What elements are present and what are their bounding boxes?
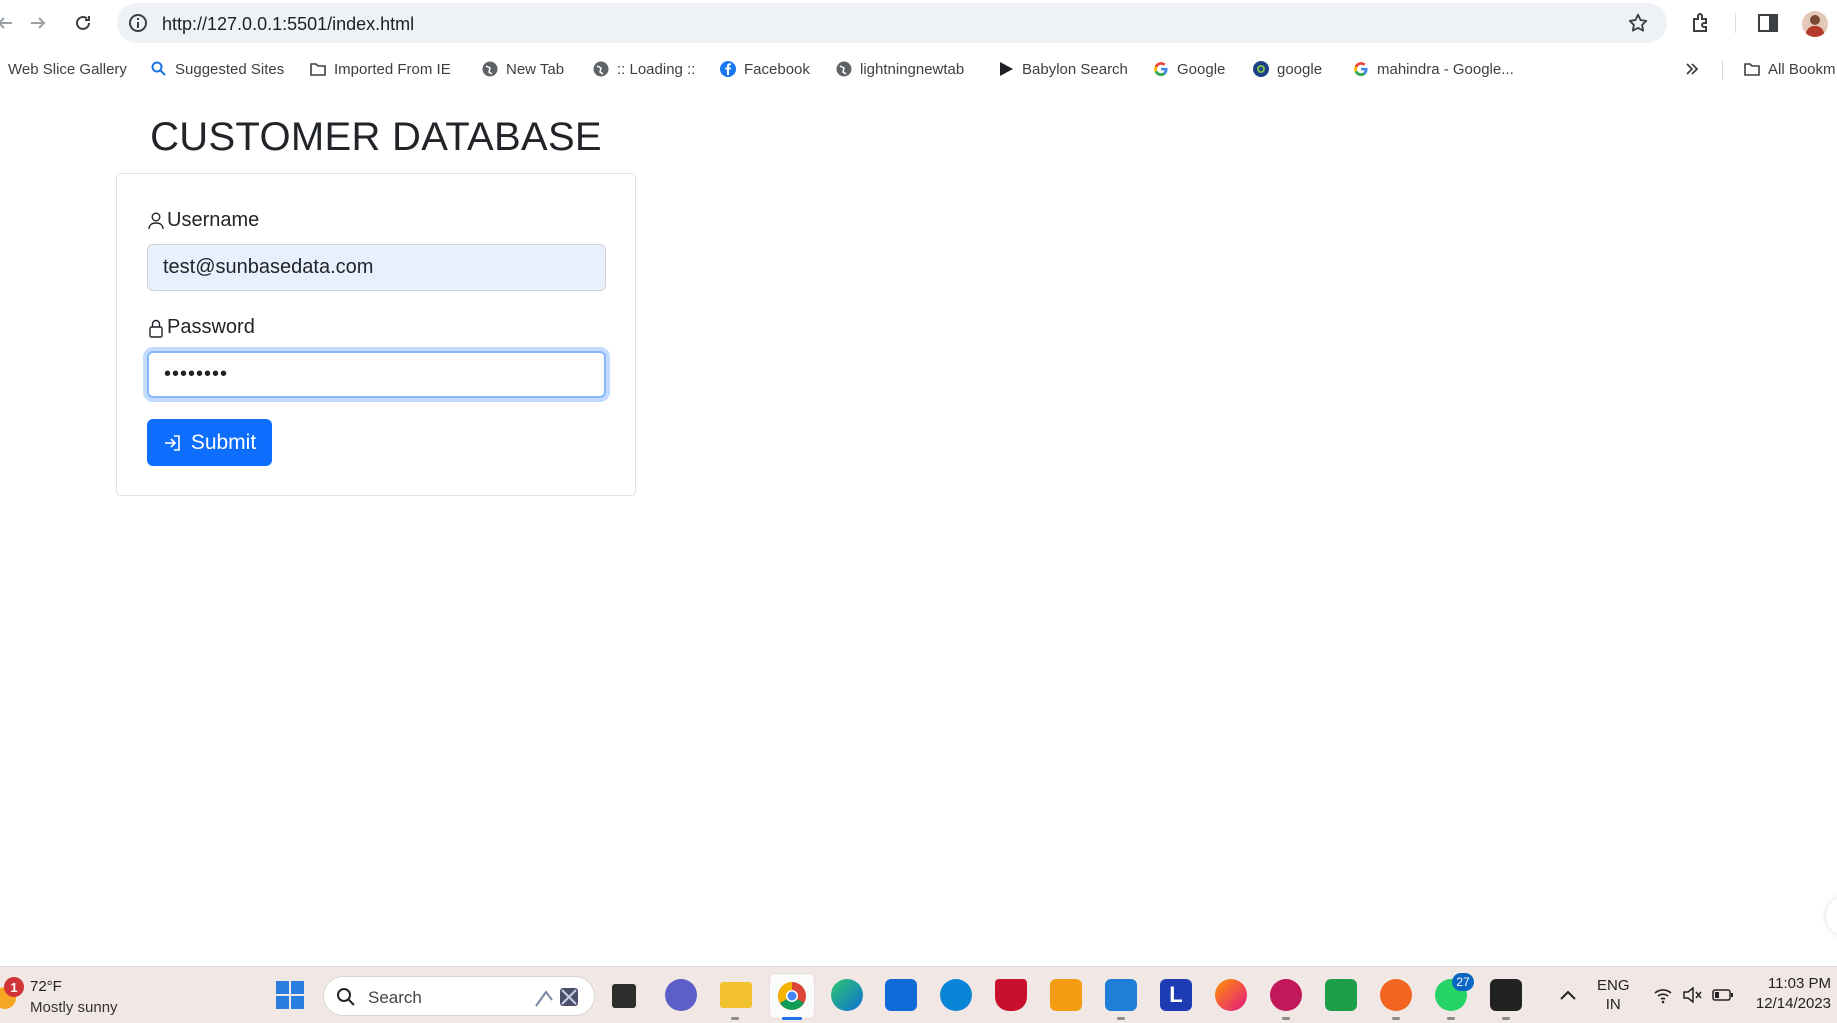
search-icon — [337, 988, 355, 1006]
side-panel-icon[interactable] — [1756, 11, 1780, 35]
url-text[interactable]: http://127.0.0.1:5501/index.html — [162, 14, 414, 35]
windows-start-icon[interactable] — [275, 980, 305, 1010]
speaker-muted-icon[interactable] — [1682, 986, 1702, 1004]
l-app-icon[interactable]: L — [1160, 979, 1192, 1011]
chrome-active-tile[interactable] — [769, 973, 815, 1019]
temperature: 72°F — [30, 978, 62, 995]
pencil-app-icon[interactable] — [1380, 979, 1412, 1011]
browser-toolbar: http://127.0.0.1:5501/index.html — [0, 0, 1837, 46]
file-explorer-icon[interactable] — [720, 982, 752, 1008]
firefox-icon[interactable] — [1215, 979, 1247, 1011]
folder-icon — [1744, 63, 1760, 76]
weather-description: Mostly sunny — [30, 999, 118, 1016]
sign-in-icon — [164, 434, 180, 451]
bookmark-star-icon[interactable] — [1627, 12, 1649, 34]
browser-logo-icon — [1253, 61, 1269, 77]
bookmark-lightningnewtab[interactable]: lightningnewtab — [835, 58, 964, 80]
username-input[interactable] — [147, 244, 606, 291]
google-icon — [1354, 62, 1368, 76]
forward-icon[interactable] — [25, 10, 51, 36]
wifi-icon[interactable] — [1653, 986, 1673, 1004]
chat-app-icon[interactable] — [1325, 979, 1357, 1011]
bookmark-imported-from-ie[interactable]: Imported From IE — [309, 58, 451, 80]
active-indicator — [782, 1017, 802, 1020]
toolbar-divider — [1735, 13, 1736, 33]
password-label: Password — [147, 316, 255, 339]
login-card: Username Password Submit — [116, 173, 636, 496]
submit-button[interactable]: Submit — [147, 419, 272, 466]
play-icon — [1000, 62, 1013, 76]
bookmark-web-slice-gallery[interactable]: Web Slice Gallery — [8, 58, 127, 80]
chrome-icon — [778, 982, 806, 1010]
bookmarks-bar: Web Slice Gallery Suggested Sites Import… — [0, 52, 1837, 86]
bookmarks-overflow-icon[interactable] — [1683, 58, 1701, 80]
vscode-icon[interactable] — [1105, 979, 1137, 1011]
teams-chat-icon[interactable] — [665, 979, 697, 1011]
screen: http://127.0.0.1:5501/index.html Web Sli… — [0, 0, 1837, 1023]
running-indicator — [1117, 1017, 1125, 1020]
bookmark-all-bookmarks[interactable]: All Bookm — [1743, 58, 1836, 80]
globe-icon — [836, 61, 852, 77]
bookmark-babylon-search[interactable]: Babylon Search — [997, 58, 1128, 80]
edge-icon[interactable] — [831, 979, 863, 1011]
terminal-icon[interactable] — [1490, 979, 1522, 1011]
notification-badge: 1 — [4, 977, 24, 997]
bookmark-google[interactable]: Google — [1152, 58, 1225, 80]
bookmark-new-tab[interactable]: New Tab — [481, 58, 564, 80]
running-indicator — [1282, 1017, 1290, 1020]
password-input[interactable] — [147, 351, 606, 398]
extensions-icon[interactable] — [1689, 11, 1713, 35]
running-indicator — [1392, 1017, 1400, 1020]
back-icon[interactable] — [0, 10, 18, 36]
search-highlight-icon — [535, 988, 578, 1007]
google-icon — [1154, 62, 1168, 76]
taskbar-search[interactable]: Search — [323, 976, 595, 1016]
bookmarks-divider — [1722, 60, 1723, 80]
store-icon[interactable] — [885, 979, 917, 1011]
person-icon — [148, 212, 164, 229]
bookmark-google-lowercase[interactable]: google — [1252, 58, 1322, 80]
system-clock[interactable]: 11:03 PM 12/14/2023 — [1756, 974, 1831, 1014]
running-indicator — [731, 1017, 739, 1020]
mcafee-icon[interactable] — [995, 979, 1027, 1011]
search-icon — [151, 61, 166, 76]
battery-icon[interactable] — [1712, 987, 1734, 1003]
folder-icon — [310, 63, 326, 76]
address-bar[interactable]: http://127.0.0.1:5501/index.html — [117, 3, 1667, 43]
globe-icon — [482, 61, 498, 77]
cortana-icon[interactable] — [940, 979, 972, 1011]
lock-icon — [149, 319, 163, 338]
weather-widget[interactable]: 1 72°F Mostly sunny — [0, 973, 160, 1017]
profile-avatar[interactable] — [1802, 11, 1828, 37]
bookmark-suggested-sites[interactable]: Suggested Sites — [150, 58, 284, 80]
sublime-icon[interactable] — [1050, 979, 1082, 1011]
floating-edge-button[interactable] — [1826, 896, 1837, 936]
page-title: CUSTOMER DATABASE — [150, 115, 602, 159]
running-indicator — [1502, 1017, 1510, 1020]
taskbar: 1 72°F Mostly sunny Search L 27 ENG IN 1… — [0, 966, 1837, 1023]
username-label: Username — [147, 209, 259, 232]
language-indicator[interactable]: ENG IN — [1597, 976, 1630, 1014]
task-view-icon[interactable] — [612, 984, 636, 1008]
whatsapp-badge: 27 — [1452, 973, 1474, 991]
site-info-icon[interactable] — [128, 13, 148, 33]
bookmark-mahindra[interactable]: mahindra - Google... — [1352, 58, 1514, 80]
reload-icon[interactable] — [70, 10, 96, 36]
facebook-icon — [720, 61, 736, 77]
wps-office-icon[interactable] — [1270, 979, 1302, 1011]
bookmark-facebook[interactable]: Facebook — [719, 58, 810, 80]
running-indicator — [1447, 1017, 1455, 1020]
globe-icon — [593, 61, 609, 77]
bookmark-loading[interactable]: :: Loading :: — [592, 58, 695, 80]
chevron-up-icon[interactable] — [1558, 987, 1578, 1003]
